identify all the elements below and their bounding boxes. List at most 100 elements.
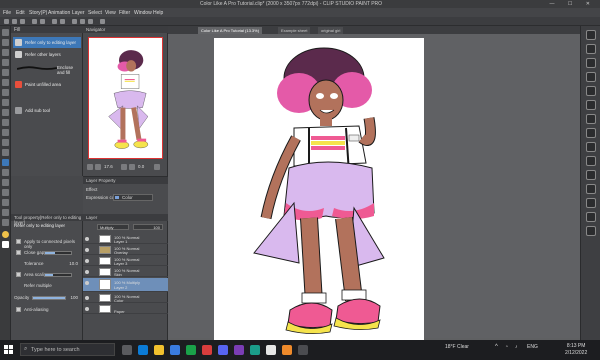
eye-icon[interactable] xyxy=(85,248,89,252)
eye-icon[interactable] xyxy=(85,237,89,241)
app-icon[interactable] xyxy=(298,345,308,355)
tab-original-girl[interactable]: original girl xyxy=(318,27,344,34)
redo-icon[interactable] xyxy=(40,19,45,24)
frame-tool-icon[interactable] xyxy=(2,189,9,196)
area-scaling-slider[interactable] xyxy=(44,273,72,277)
open-file-icon[interactable] xyxy=(12,19,17,24)
menu-edit[interactable]: Edit xyxy=(16,10,25,16)
fill-icon[interactable] xyxy=(60,19,65,24)
panel-toggle-icon[interactable] xyxy=(586,142,596,152)
task-view-icon[interactable] xyxy=(122,345,132,355)
figure-tool-icon[interactable] xyxy=(2,179,9,186)
menu-window[interactable]: Window xyxy=(134,10,152,16)
panel-toggle-icon[interactable] xyxy=(586,184,596,194)
opacity-value[interactable]: 100 xyxy=(70,295,78,300)
panel-toggle-icon[interactable] xyxy=(586,128,596,138)
menu-layer[interactable]: Layer xyxy=(72,10,85,16)
menu-file[interactable]: File xyxy=(3,10,11,16)
checkbox-checked-icon[interactable] xyxy=(16,239,21,244)
opacity-slider[interactable] xyxy=(32,296,66,300)
panel-toggle-icon[interactable] xyxy=(586,58,596,68)
tab-example-sheet[interactable]: Example sheet xyxy=(278,27,311,34)
new-file-icon[interactable] xyxy=(4,19,9,24)
pen-tool-icon[interactable] xyxy=(2,89,9,96)
system-clock[interactable]: 8:13 PM 2/12/2022 xyxy=(565,343,587,357)
decoration-tool-icon[interactable] xyxy=(2,129,9,136)
layer-opacity-field[interactable]: 100 xyxy=(133,224,163,230)
transform-icon[interactable] xyxy=(72,19,77,24)
menu-animation[interactable]: Animation xyxy=(48,10,70,16)
panel-toggle-icon[interactable] xyxy=(586,86,596,96)
panel-toggle-icon[interactable] xyxy=(586,100,596,110)
clip-studio-icon[interactable] xyxy=(266,345,276,355)
window-controls[interactable]: — ☐ ✕ xyxy=(550,1,596,7)
tab-tutorial[interactable]: Color Like A Pro Tutorial (13.3%) xyxy=(198,27,263,34)
menu-filter[interactable]: Filter xyxy=(119,10,130,16)
menu-story[interactable]: Story(P) xyxy=(29,10,47,16)
minimize-button[interactable]: — xyxy=(550,1,561,7)
auto-select-tool-icon[interactable] xyxy=(2,69,9,76)
subtool-paint-unfilled[interactable]: Paint unfilled area xyxy=(13,79,81,90)
windows-start-icon[interactable] xyxy=(4,345,13,354)
panel-toggle-icon[interactable] xyxy=(586,156,596,166)
pencil-tool-icon[interactable] xyxy=(2,99,9,106)
taskbar-search-box[interactable]: ⌕ Type here to search xyxy=(20,343,115,356)
zoom-out-icon[interactable] xyxy=(87,164,93,170)
close-button[interactable]: ✕ xyxy=(586,1,596,7)
settings-icon[interactable] xyxy=(100,19,105,24)
blend-mode-select[interactable]: Multiply xyxy=(97,224,129,230)
checkbox-checked-icon[interactable] xyxy=(16,250,21,255)
rotation-value[interactable]: 0.0 xyxy=(138,164,144,169)
twitch-icon[interactable] xyxy=(234,345,244,355)
prop-opacity[interactable]: Opacity 100 xyxy=(14,294,80,302)
eye-icon[interactable] xyxy=(85,270,89,274)
text-tool-icon[interactable] xyxy=(2,219,9,226)
edge-icon[interactable] xyxy=(138,345,148,355)
zoom-in-icon[interactable] xyxy=(95,164,101,170)
panel-toggle-icon[interactable] xyxy=(586,198,596,208)
panel-toggle-icon[interactable] xyxy=(586,170,596,180)
subtool-refer-other-layers[interactable]: Refer other layers xyxy=(13,49,81,60)
file-explorer-icon[interactable] xyxy=(154,345,164,355)
store-icon[interactable] xyxy=(170,345,180,355)
prop-close-gap[interactable]: Close gap xyxy=(14,249,80,257)
menu-view[interactable]: View xyxy=(105,10,116,16)
panel-toggle-icon[interactable] xyxy=(586,72,596,82)
main-color-icon[interactable] xyxy=(2,231,9,238)
eye-icon[interactable] xyxy=(85,259,89,263)
eye-icon[interactable] xyxy=(85,307,89,311)
layer-row[interactable]: 100 % Normal Layer 1 xyxy=(83,234,168,244)
prop-connected-pixels[interactable]: Apply to connected pixels only xyxy=(14,238,80,249)
prop-area-scaling[interactable]: Area scaling xyxy=(14,271,80,279)
tolerance-value[interactable]: 10.0 xyxy=(69,261,78,266)
eraser-tool-icon[interactable] xyxy=(2,139,9,146)
rotate-right-icon[interactable] xyxy=(154,164,160,170)
sub-color-icon[interactable] xyxy=(2,241,9,248)
subtool-refer-only-editing[interactable]: Refer only to editing layer xyxy=(13,37,81,48)
panel-toggle-icon[interactable] xyxy=(586,44,596,54)
clear-icon[interactable] xyxy=(52,19,57,24)
save-icon[interactable] xyxy=(20,19,25,24)
menu-help[interactable]: Help xyxy=(153,10,163,16)
close-gap-slider[interactable] xyxy=(44,251,72,255)
panel-toggle-icon[interactable] xyxy=(586,114,596,124)
eye-icon[interactable] xyxy=(85,281,89,285)
invert-selection-icon[interactable] xyxy=(88,19,93,24)
blend-tool-icon[interactable] xyxy=(2,149,9,156)
chevron-up-icon[interactable]: ^ xyxy=(495,344,498,350)
eyedropper-tool-icon[interactable] xyxy=(2,79,9,86)
chrome-icon[interactable] xyxy=(202,345,212,355)
prop-anti-aliasing[interactable]: Anti-aliasing xyxy=(14,306,80,314)
layer-row[interactable]: 100 % Normal Overlay xyxy=(83,245,168,255)
layer-row-selected[interactable]: 100 % Multiply Layer 2 xyxy=(83,278,168,292)
prop-tolerance[interactable]: Tolerance 10.0 xyxy=(14,260,80,268)
maximize-button[interactable]: ☐ xyxy=(568,1,578,7)
add-sub-tool-button[interactable]: Add sub tool xyxy=(13,105,81,116)
checkbox-checked-icon[interactable] xyxy=(16,272,21,277)
menu-select[interactable]: Select xyxy=(88,10,102,16)
expression-color-select[interactable]: Color xyxy=(113,194,153,201)
canvas-paper[interactable] xyxy=(214,38,424,340)
navigator-preview[interactable] xyxy=(88,37,163,159)
balloon-tool-icon[interactable] xyxy=(2,199,9,206)
selection-tool-icon[interactable] xyxy=(2,59,9,66)
